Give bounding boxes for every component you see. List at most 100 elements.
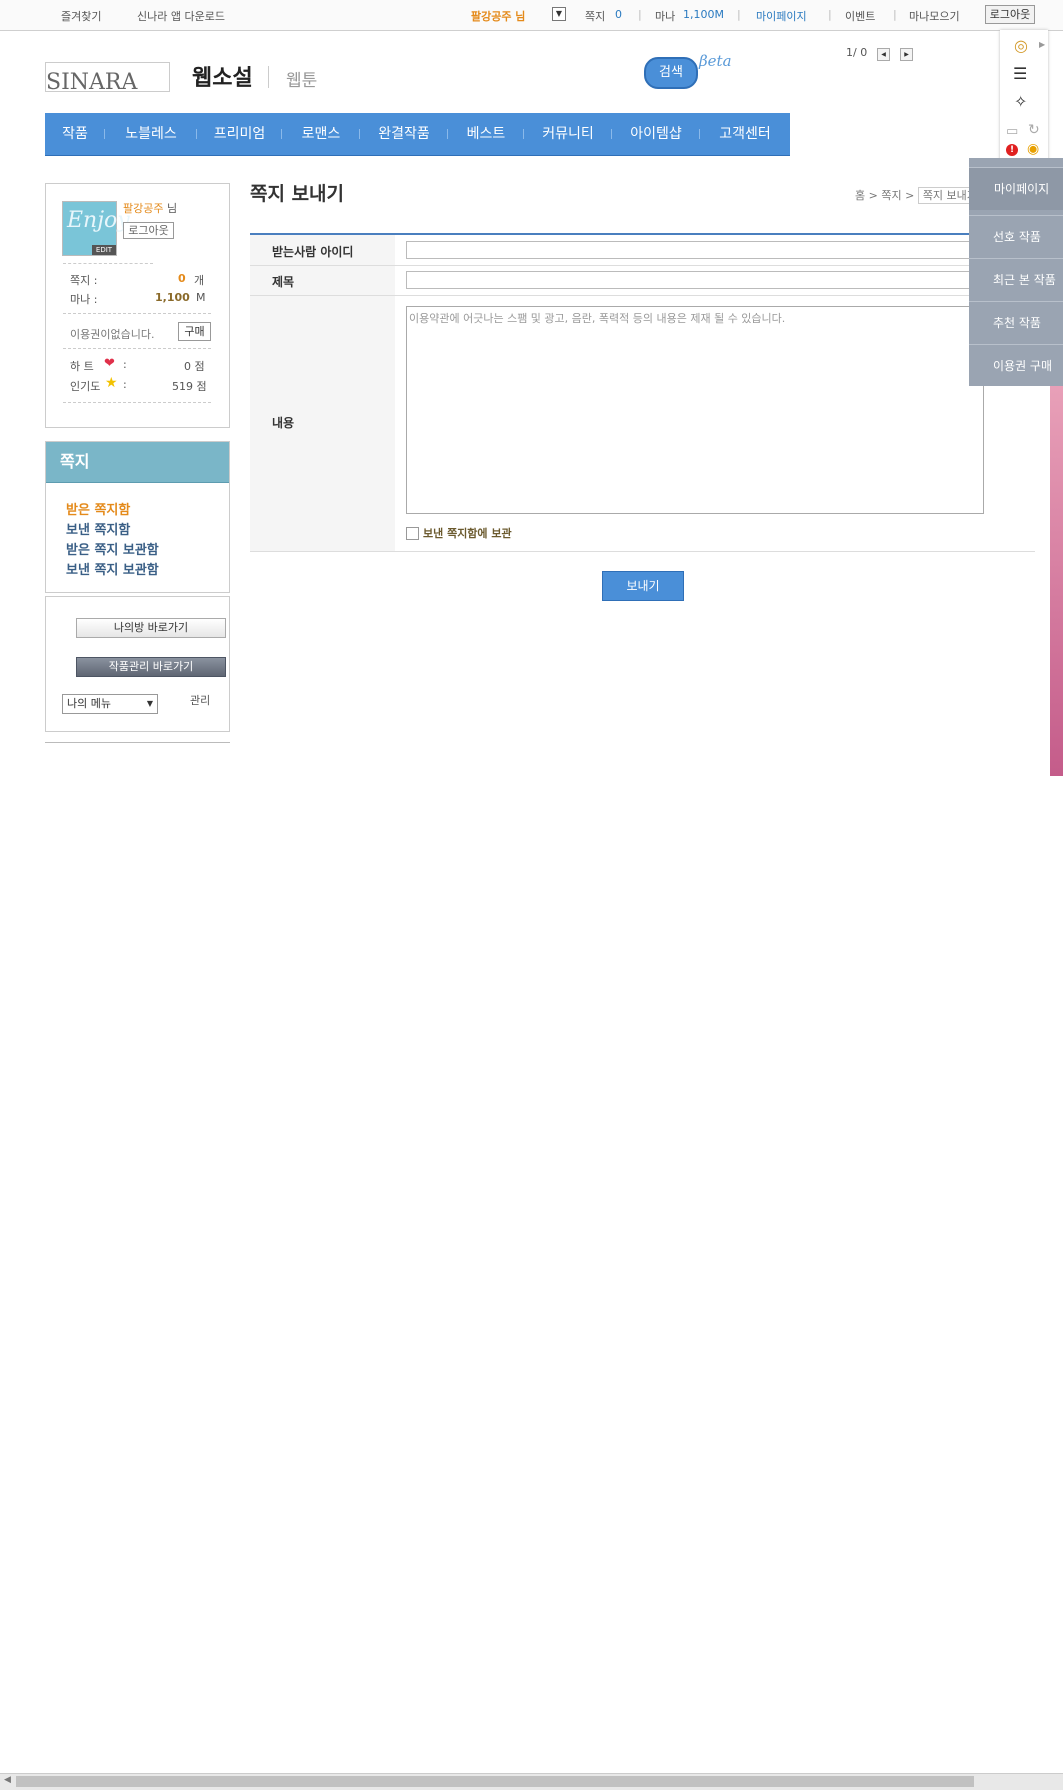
save-sent-checkbox[interactable] — [406, 527, 419, 540]
separator: | — [893, 8, 897, 21]
nav-item[interactable]: 작품 — [45, 113, 105, 155]
subject-input[interactable] — [406, 271, 1028, 289]
refresh-icon[interactable]: ↻ — [1028, 122, 1040, 138]
search-button[interactable]: 검색 — [644, 57, 698, 89]
send-button[interactable]: 보내기 — [602, 571, 684, 601]
avatar[interactable]: Enjoy EDIT — [62, 201, 130, 256]
memo-menu-inbox[interactable]: 받은 쪽지함 — [66, 499, 130, 518]
memo-stat-label: 쪽지 : — [70, 274, 98, 287]
popularity-value: 519 점 — [172, 380, 207, 393]
avatar-text: Enjoy — [67, 208, 130, 233]
quick-favorite-works[interactable]: 선호 작품 — [969, 215, 1063, 258]
save-sent-label[interactable]: 보낸 쪽지함에 보관 — [423, 525, 512, 541]
event-link[interactable]: 이벤트 — [845, 8, 875, 24]
memo-stat-value: 0 — [178, 272, 186, 285]
popularity-label: 인기도 — [70, 380, 101, 393]
top-bar: 즐겨찾기 신나라 앱 다운로드 팔강공주 님 ▼ 쪽지 0 | 마나 1,100… — [0, 0, 1063, 31]
magic-wand-icon[interactable]: ✧ — [1014, 92, 1027, 111]
user-name[interactable]: 팔강공주 — [123, 200, 163, 216]
alert-icon[interactable]: ! — [1006, 144, 1018, 156]
app-download-link[interactable]: 신나라 앱 다운로드 — [137, 8, 225, 24]
banner-pager: 1/ 0 — [846, 46, 868, 59]
nav-item[interactable]: 베스트 — [448, 113, 524, 155]
breadcrumb-sep: > — [905, 189, 915, 202]
scrollbar-thumb[interactable] — [16, 1776, 974, 1787]
separator: | — [737, 8, 741, 21]
nav-item[interactable]: 완결작품 — [360, 113, 448, 155]
memo-label[interactable]: 쪽지 — [585, 8, 605, 24]
breadcrumb-home[interactable]: 홈 — [855, 189, 865, 202]
mana-stat-label: 마나 : — [70, 293, 98, 306]
nav-item[interactable]: 고객센터 — [700, 113, 790, 155]
my-room-button[interactable]: 나의방 바로가기 — [76, 618, 226, 638]
prev-arrow-icon[interactable]: ◀ — [877, 48, 890, 61]
favorites-link[interactable]: 즐겨찾기 — [61, 8, 101, 24]
nav-item[interactable]: 프리미엄 — [197, 113, 282, 155]
cast-icon[interactable]: ▭ — [1006, 124, 1018, 139]
quick-mypage[interactable]: 마이페이지 — [969, 167, 1063, 210]
logout-button[interactable]: 로그아웃 — [985, 5, 1035, 24]
category-webnovel[interactable]: 웹소설 — [192, 60, 253, 92]
expand-arrow-icon[interactable]: ▶ — [1039, 40, 1045, 49]
scroll-left-arrow-icon[interactable]: ◀ — [4, 1775, 11, 1785]
memo-menu-inbox-archive[interactable]: 받은 쪽지 보관함 — [66, 539, 159, 558]
heart-value: 0 점 — [184, 360, 205, 373]
recipient-input[interactable] — [406, 241, 1028, 259]
sidebar-logout-button[interactable]: 로그아웃 — [123, 222, 174, 239]
buy-ticket-button[interactable]: 구매 — [178, 322, 211, 341]
colon: : — [123, 358, 127, 371]
side-banner[interactable] — [1050, 386, 1063, 776]
nav-item[interactable]: 아이템샵 — [612, 113, 700, 155]
quick-recommended-works[interactable]: 추천 작품 — [969, 301, 1063, 344]
menu-icon[interactable]: ☰ — [1013, 64, 1027, 83]
category-webtoon[interactable]: 웹툰 — [286, 66, 317, 91]
sidebar-bottom-line — [45, 742, 230, 743]
divider — [63, 263, 153, 264]
my-menu-select[interactable]: 나의 메뉴 — [62, 694, 158, 714]
username-label: 팔강공주 님 — [471, 10, 526, 23]
mana-value: 1,100M — [683, 8, 724, 21]
memo-menu-title: 쪽지 — [46, 442, 229, 483]
user-dropdown-button[interactable]: ▼ — [552, 7, 566, 21]
avatar-edit-badge[interactable]: EDIT — [92, 245, 116, 255]
next-arrow-icon[interactable]: ▶ — [900, 48, 913, 61]
user-suffix: 님 — [167, 202, 178, 215]
breadcrumb-memo[interactable]: 쪽지 — [881, 189, 901, 202]
manage-link[interactable]: 관리 — [190, 692, 210, 708]
browser-widget: ◎ ▶ ☰ ✧ ▭ ↻ ! ◉ — [1000, 30, 1048, 166]
nav-item[interactable]: 로맨스 — [282, 113, 360, 155]
quick-buy-ticket[interactable]: 이용권 구매 — [969, 344, 1063, 387]
quick-recent-works[interactable]: 최근 본 작품 — [969, 258, 1063, 301]
mana-collect-link[interactable]: 마나모으기 — [909, 8, 960, 24]
category-divider — [268, 66, 269, 88]
work-manage-button[interactable]: 작품관리 바로가기 — [76, 657, 226, 677]
memo-count[interactable]: 0 — [615, 8, 622, 21]
body-textarea[interactable]: 이용약관에 어긋나는 스팸 및 광고, 음란, 폭력적 등의 내용은 제재 될 … — [406, 306, 984, 514]
page-title: 쪽지 보내기 — [250, 183, 345, 205]
breadcrumb-sep: > — [868, 189, 878, 202]
divider — [63, 402, 211, 403]
globe-icon[interactable]: ◎ — [1014, 36, 1028, 55]
memo-stat-unit: 개 — [194, 274, 205, 287]
mana-label: 마나 — [655, 10, 676, 23]
mypage-link[interactable]: 마이페이지 — [756, 8, 807, 24]
memo-menu-sent[interactable]: 보낸 쪽지함 — [66, 519, 130, 538]
colon: : — [123, 378, 127, 391]
divider — [63, 348, 211, 349]
separator: | — [828, 8, 832, 21]
mana-stat-unit: M — [196, 291, 206, 304]
eye-icon[interactable]: ◉ — [1027, 141, 1039, 157]
ticket-status: 이용권이없습니다. — [70, 328, 155, 341]
heart-label: 하 트 — [70, 360, 94, 373]
site-logo[interactable]: SINARA — [45, 62, 170, 92]
divider — [63, 313, 211, 314]
nav-item[interactable]: 커뮤니티 — [524, 113, 612, 155]
nav-item[interactable]: 노블레스 — [105, 113, 197, 155]
star-icon: ★ — [105, 375, 118, 391]
beta-label: βeta — [699, 52, 732, 70]
separator: | — [638, 8, 642, 21]
main-nav: 작품 노블레스 프리미엄 로맨스 완결작품 베스트 커뮤니티 아이템샵 고객센터 — [45, 113, 790, 156]
memo-menu-sent-archive[interactable]: 보낸 쪽지 보관함 — [66, 559, 159, 578]
heart-icon: ❤ — [104, 356, 115, 371]
breadcrumb: 홈 > 쪽지 > 쪽지 보내기 — [855, 187, 982, 204]
